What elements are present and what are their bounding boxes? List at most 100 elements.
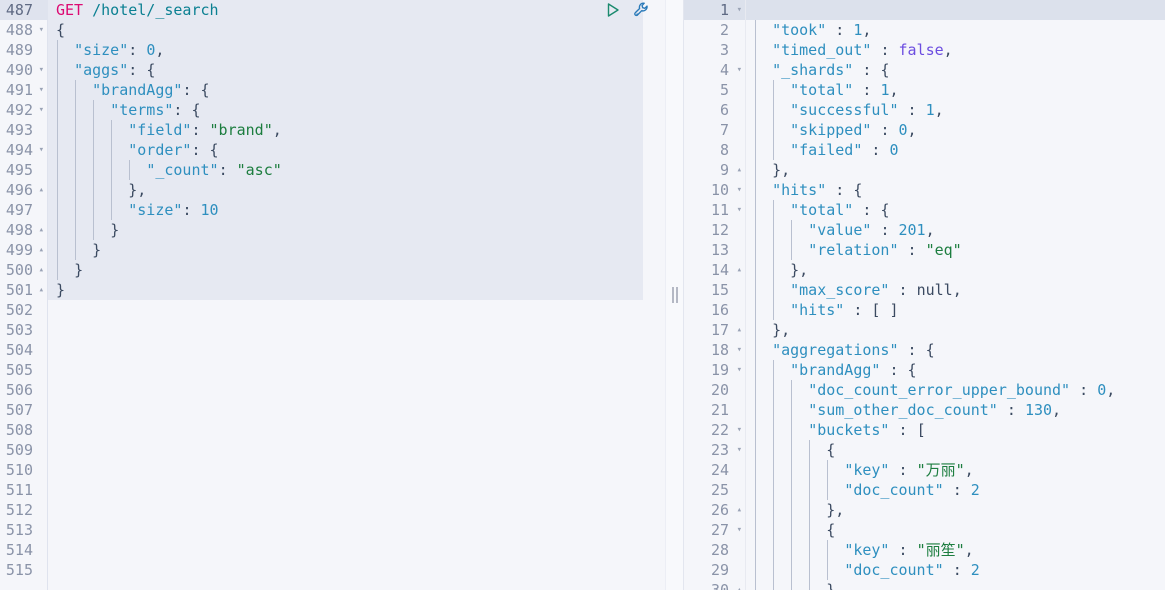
response-body-line[interactable]: "took" : 1,	[746, 20, 1165, 40]
response-viewer-pane[interactable]: 1 ▾ 2 3 4 ▾ 5 6 7 8 9 ▴ 10 ▾ 11 ▾ 12 13 14 ▴ 15 16 17 ▴ 18 ▾ 19 ▾ 20…	[684, 0, 1165, 590]
fold-up-icon[interactable]: ▴	[39, 240, 44, 260]
request-body-line[interactable]: },	[48, 180, 665, 200]
request-body-line[interactable]: "field": "brand",	[48, 120, 665, 140]
response-body-line[interactable]: }	[746, 580, 1165, 590]
response-body-line[interactable]: "timed_out" : false,	[746, 40, 1165, 60]
fold-up-icon[interactable]: ▴	[737, 320, 742, 340]
response-body-line[interactable]: "sum_other_doc_count" : 130,	[746, 400, 1165, 420]
fold-down-icon[interactable]: ▾	[737, 420, 742, 440]
request-toolbar[interactable]	[604, 0, 651, 20]
empty-line[interactable]	[48, 560, 665, 580]
empty-line[interactable]	[48, 380, 665, 400]
request-body-line[interactable]: "_count": "asc"	[48, 160, 665, 180]
response-body-line[interactable]: "_shards" : {	[746, 60, 1165, 80]
empty-line[interactable]	[48, 500, 665, 520]
fold-up-icon[interactable]: ▴	[737, 580, 742, 590]
response-body-line[interactable]: },	[746, 160, 1165, 180]
response-body-line[interactable]: {	[746, 440, 1165, 460]
fold-up-icon[interactable]: ▴	[39, 280, 44, 300]
line-number: 512	[5, 501, 33, 519]
request-body-line[interactable]: "order": {	[48, 140, 665, 160]
request-code-lines[interactable]: GET /hotel/_search{ "size": 0, "aggs": {…	[48, 0, 665, 580]
fold-up-icon[interactable]: ▴	[39, 220, 44, 240]
response-body-line[interactable]: "successful" : 1,	[746, 100, 1165, 120]
fold-down-icon[interactable]: ▾	[737, 180, 742, 200]
response-code-lines[interactable]: { "took" : 1, "timed_out" : false, "_sha…	[746, 0, 1165, 590]
request-body-line[interactable]: "aggs": {	[48, 60, 665, 80]
response-body-line[interactable]: "buckets" : [	[746, 420, 1165, 440]
pane-splitter[interactable]	[665, 0, 684, 590]
response-body-line[interactable]: "aggregations" : {	[746, 340, 1165, 360]
response-body-line[interactable]: "doc_count" : 2	[746, 560, 1165, 580]
response-body-line[interactable]: "total" : 1,	[746, 80, 1165, 100]
fold-down-icon[interactable]: ▾	[39, 60, 44, 80]
request-body-line[interactable]: }	[48, 280, 665, 300]
request-method-line[interactable]: GET /hotel/_search	[48, 0, 665, 20]
fold-up-icon[interactable]: ▴	[39, 260, 44, 280]
empty-line[interactable]	[48, 400, 665, 420]
request-editor-pane[interactable]: 487 488 ▾ 489 490 ▾ 491 ▾ 492 ▾ 493 494 ▾ 495 496 ▴ 497 4…	[0, 0, 665, 590]
response-body-line[interactable]: "failed" : 0	[746, 140, 1165, 160]
fold-up-icon[interactable]: ▴	[39, 180, 44, 200]
response-body-line[interactable]: "key" : "丽笙",	[746, 540, 1165, 560]
fold-down-icon[interactable]: ▾	[737, 520, 742, 540]
empty-line[interactable]	[48, 480, 665, 500]
fold-down-icon[interactable]: ▾	[737, 360, 742, 380]
empty-line[interactable]	[48, 540, 665, 560]
empty-line[interactable]	[48, 340, 665, 360]
empty-line[interactable]	[48, 520, 665, 540]
fold-down-icon[interactable]: ▾	[39, 80, 44, 100]
request-body-line[interactable]: }	[48, 260, 665, 280]
line-number: 29	[710, 561, 729, 579]
line-number: 13	[710, 241, 729, 259]
fold-down-icon[interactable]: ▾	[737, 340, 742, 360]
empty-line[interactable]	[48, 300, 665, 320]
fold-up-icon[interactable]: ▴	[737, 160, 742, 180]
request-body-line[interactable]: }	[48, 240, 665, 260]
response-body-line[interactable]: "brandAgg" : {	[746, 360, 1165, 380]
response-body-line[interactable]: {	[746, 520, 1165, 540]
response-body-line[interactable]: "value" : 201,	[746, 220, 1165, 240]
response-body-line[interactable]: "hits" : {	[746, 180, 1165, 200]
empty-line[interactable]	[48, 460, 665, 480]
fold-down-icon[interactable]: ▾	[737, 0, 742, 20]
empty-line[interactable]	[48, 440, 665, 460]
line-number: 1 ▾	[684, 0, 745, 20]
response-body-line[interactable]: "total" : {	[746, 200, 1165, 220]
response-body-line[interactable]: },	[746, 500, 1165, 520]
request-body-line[interactable]: "terms": {	[48, 100, 665, 120]
empty-line[interactable]	[48, 360, 665, 380]
request-body-line[interactable]: "size": 10	[48, 200, 665, 220]
response-first-line[interactable]: {	[746, 0, 1165, 20]
fold-up-icon[interactable]: ▴	[737, 260, 742, 280]
fold-down-icon[interactable]: ▾	[737, 200, 742, 220]
fold-down-icon[interactable]: ▾	[737, 60, 742, 80]
splitter-handle[interactable]	[672, 287, 677, 303]
response-body-line[interactable]: "skipped" : 0,	[746, 120, 1165, 140]
request-code-area[interactable]: GET /hotel/_search{ "size": 0, "aggs": {…	[48, 0, 665, 590]
request-body-line[interactable]: }	[48, 220, 665, 240]
play-icon[interactable]	[604, 1, 622, 19]
request-body-line[interactable]: "size": 0,	[48, 40, 665, 60]
wrench-icon[interactable]	[633, 1, 651, 19]
fold-up-icon[interactable]: ▴	[737, 500, 742, 520]
empty-line[interactable]	[48, 320, 665, 340]
response-body-line[interactable]: },	[746, 260, 1165, 280]
response-body-line[interactable]: "relation" : "eq"	[746, 240, 1165, 260]
request-body-line[interactable]: "brandAgg": {	[48, 80, 665, 100]
response-body-line[interactable]: "hits" : [ ]	[746, 300, 1165, 320]
response-body-line[interactable]: "key" : "万丽",	[746, 460, 1165, 480]
line-number: 14 ▴	[710, 260, 742, 280]
fold-down-icon[interactable]: ▾	[39, 140, 44, 160]
line-number: 4 ▾	[719, 60, 742, 80]
request-body-line[interactable]: {	[48, 20, 665, 40]
response-body-line[interactable]: "doc_count_error_upper_bound" : 0,	[746, 380, 1165, 400]
response-body-line[interactable]: },	[746, 320, 1165, 340]
fold-down-icon[interactable]: ▾	[737, 440, 742, 460]
line-number: 30 ▴	[684, 580, 745, 590]
response-body-line[interactable]: "doc_count" : 2	[746, 480, 1165, 500]
fold-down-icon[interactable]: ▾	[39, 20, 44, 40]
fold-down-icon[interactable]: ▾	[39, 100, 44, 120]
response-body-line[interactable]: "max_score" : null,	[746, 280, 1165, 300]
empty-line[interactable]	[48, 420, 665, 440]
